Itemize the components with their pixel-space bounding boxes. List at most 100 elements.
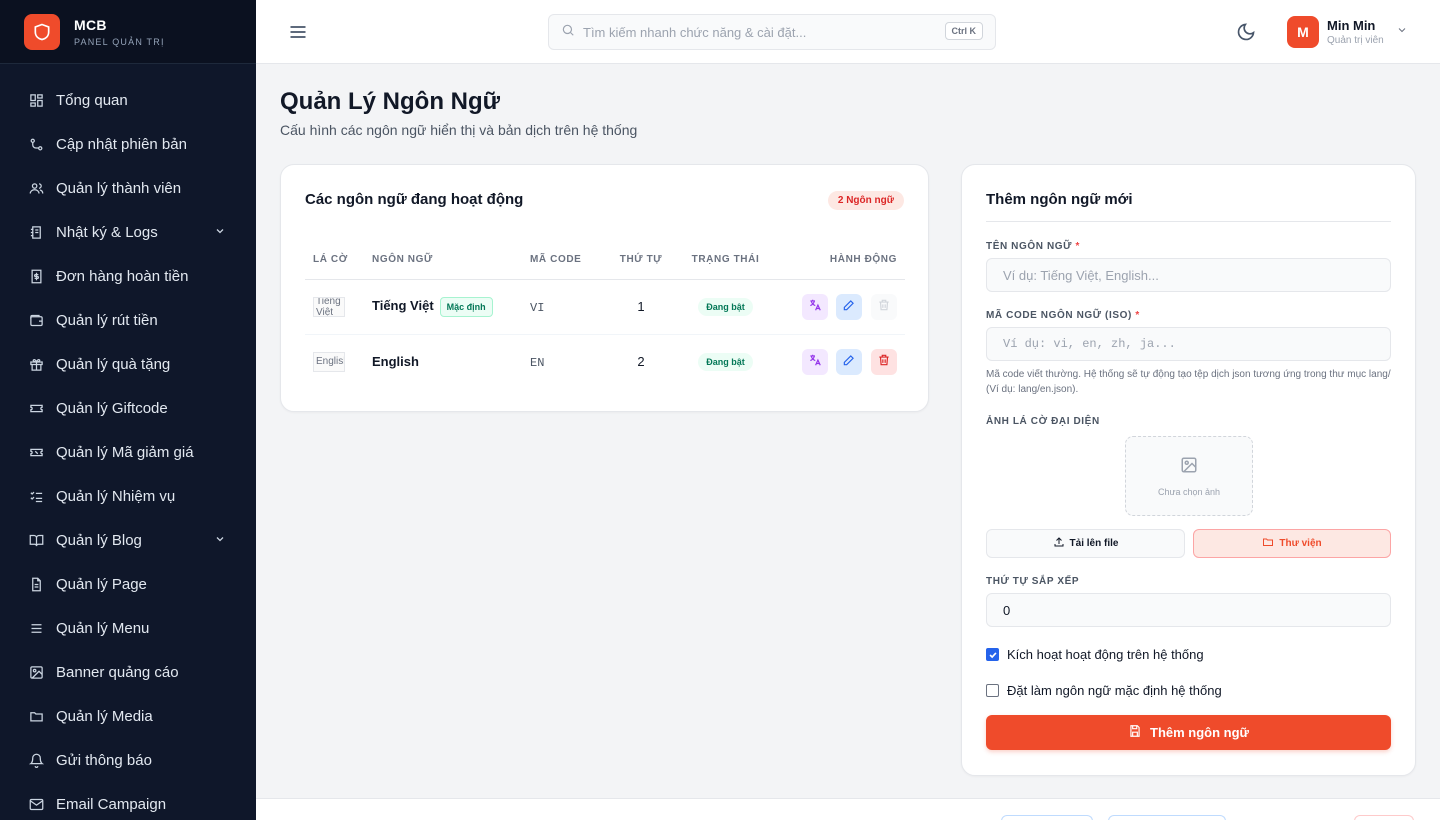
- footer-button[interactable]: [1001, 815, 1093, 820]
- divider: [986, 221, 1391, 222]
- edit-button[interactable]: [836, 293, 863, 320]
- user-name: Min Min: [1327, 18, 1376, 33]
- sidebar-item-logs[interactable]: Nhật ký & Logs: [0, 210, 256, 254]
- menu-icon: [28, 620, 44, 636]
- media-library-label: Thư viện: [1279, 538, 1322, 549]
- column-header-order: THỨ TỰ: [608, 241, 674, 280]
- sidebar-item-blog[interactable]: Quản lý Blog: [0, 518, 256, 562]
- delete-button[interactable]: [871, 293, 897, 320]
- default-checkbox-label: Đặt làm ngôn ngữ mặc định hệ thống: [1007, 683, 1222, 698]
- add-language-button[interactable]: Thêm ngôn ngữ: [986, 715, 1391, 750]
- translate-icon: [808, 298, 822, 315]
- search-input[interactable]: [583, 24, 995, 40]
- sidebar-item-label: Quản lý rút tiền: [56, 311, 158, 329]
- upload-icon: [1053, 536, 1065, 551]
- footer-button[interactable]: [1354, 815, 1414, 820]
- bell-icon: [28, 752, 44, 768]
- user-menu[interactable]: M Min Min Quản trị viên: [1287, 16, 1408, 48]
- file-icon: [28, 576, 44, 592]
- active-checkbox[interactable]: [986, 648, 999, 661]
- status-badge: Đang bật: [698, 297, 753, 316]
- dashboard-icon: [28, 92, 44, 108]
- trash-icon: [877, 298, 891, 315]
- sidebar-item-label: Quản lý quà tặng: [56, 355, 171, 373]
- sidebar-item-tasks[interactable]: Quản lý Nhiệm vụ: [0, 474, 256, 518]
- brand-name: MCB: [74, 16, 107, 33]
- user-role: Quản trị viên: [1327, 35, 1384, 46]
- sidebar-item-members[interactable]: Quản lý thành viên: [0, 166, 256, 210]
- checklist-icon: [28, 488, 44, 504]
- sidebar-item-giftcode[interactable]: Quản lý Giftcode: [0, 386, 256, 430]
- flag-empty-text: Chưa chọn ảnh: [1157, 486, 1221, 497]
- code-help-text: Mã code viết thường. Hệ thống sẽ tự động…: [986, 369, 1391, 395]
- translate-button[interactable]: [801, 348, 828, 375]
- sidebar: MCB PANEL QUẢN TRỊ Tổng quan Cập nhật ph…: [0, 0, 256, 820]
- code-label: MÃ CODE NGÔN NGỮ (ISO) *: [986, 310, 1140, 321]
- sidebar-item-notifications[interactable]: Gửi thông báo: [0, 738, 256, 782]
- chevron-down-icon: [1396, 23, 1408, 41]
- sidebar-item-gifts[interactable]: Quản lý quà tặng: [0, 342, 256, 386]
- footer-button[interactable]: [1108, 815, 1226, 820]
- brand[interactable]: MCB PANEL QUẢN TRỊ: [0, 0, 256, 64]
- search-bar: Ctrl K: [548, 14, 996, 50]
- sidebar-item-label: Cập nhật phiên bản: [56, 135, 187, 153]
- status-badge: Đang bật: [698, 352, 753, 371]
- sidebar-item-label: Email Campaign: [56, 795, 167, 813]
- moon-icon[interactable]: [1236, 22, 1256, 42]
- add-language-card: Thêm ngôn ngữ mới TÊN NGÔN NGỮ * MÃ CODE…: [961, 164, 1416, 776]
- column-header-flag: LÁ CỜ: [305, 241, 364, 280]
- sidebar-item-version[interactable]: Cập nhật phiên bản: [0, 122, 256, 166]
- topbar: Ctrl K M Min Min Quản trị viên: [256, 0, 1440, 64]
- active-checkbox-label: Kích hoạt hoạt động trên hệ thống: [1007, 647, 1204, 662]
- sidebar-item-label: Quản lý Page: [56, 575, 147, 593]
- language-order: 1: [637, 299, 645, 314]
- delete-button[interactable]: [871, 348, 897, 375]
- order-label: THỨ TỰ SẮP XẾP: [986, 576, 1080, 587]
- default-checkbox-row[interactable]: Đặt làm ngôn ngữ mặc định hệ thống: [986, 683, 1222, 698]
- sidebar-item-label: Quản lý Mã giảm giá: [56, 443, 194, 461]
- table-header-row: LÁ CỜ NGÔN NGỮ MÃ CODE THỨ TỰ TRẠNG THÁI…: [305, 241, 905, 280]
- sidebar-item-email-campaign[interactable]: Email Campaign: [0, 782, 256, 820]
- language-name: Tiếng Việt: [372, 297, 434, 313]
- sort-order-input[interactable]: [986, 593, 1391, 627]
- avatar: M: [1287, 16, 1319, 48]
- refund-icon: [28, 268, 44, 284]
- sidebar-item-overview[interactable]: Tổng quan: [0, 78, 256, 122]
- language-name-input[interactable]: [986, 258, 1391, 292]
- default-checkbox[interactable]: [986, 684, 999, 697]
- pencil-icon: [842, 298, 856, 315]
- folder-open-icon: [1262, 536, 1274, 551]
- column-header-language: NGÔN NGỮ: [364, 241, 522, 280]
- git-branch-icon: [28, 136, 44, 152]
- trash-icon: [877, 353, 891, 370]
- gift-icon: [28, 356, 44, 372]
- sidebar-item-media[interactable]: Quản lý Media: [0, 694, 256, 738]
- sidebar-item-menu[interactable]: Quản lý Menu: [0, 606, 256, 650]
- sidebar-item-label: Quản lý Menu: [56, 619, 150, 637]
- sidebar-item-refunds[interactable]: Đơn hàng hoàn tiền: [0, 254, 256, 298]
- sidebar-item-label: Banner quảng cáo: [56, 663, 179, 681]
- upload-file-button[interactable]: Tải lên file: [986, 529, 1185, 558]
- mail-icon: [28, 796, 44, 812]
- active-checkbox-row[interactable]: Kích hoạt hoạt động trên hệ thống: [986, 647, 1204, 662]
- translate-button[interactable]: [801, 293, 828, 320]
- sidebar-item-withdrawals[interactable]: Quản lý rút tiền: [0, 298, 256, 342]
- chevron-down-icon: [214, 532, 226, 549]
- flag-preview[interactable]: Chưa chọn ảnh: [1125, 436, 1253, 516]
- sidebar-item-label: Tổng quan: [56, 91, 128, 109]
- log-icon: [28, 224, 44, 240]
- translate-icon: [808, 353, 822, 370]
- hamburger-menu-icon[interactable]: [288, 22, 308, 42]
- sidebar-item-page[interactable]: Quản lý Page: [0, 562, 256, 606]
- edit-button[interactable]: [836, 348, 863, 375]
- folder-icon: [28, 708, 44, 724]
- language-code: EN: [530, 355, 545, 370]
- wallet-icon: [28, 312, 44, 328]
- language-name: English: [372, 354, 419, 370]
- language-code-input[interactable]: [986, 327, 1391, 361]
- sidebar-item-banner[interactable]: Banner quảng cáo: [0, 650, 256, 694]
- column-header-actions: HÀNH ĐỘNG: [777, 241, 905, 280]
- sidebar-item-coupons[interactable]: Quản lý Mã giảm giá: [0, 430, 256, 474]
- media-library-button[interactable]: Thư viện: [1193, 529, 1391, 558]
- languages-card: Các ngôn ngữ đang hoạt động 2 Ngôn ngữ L…: [280, 164, 929, 412]
